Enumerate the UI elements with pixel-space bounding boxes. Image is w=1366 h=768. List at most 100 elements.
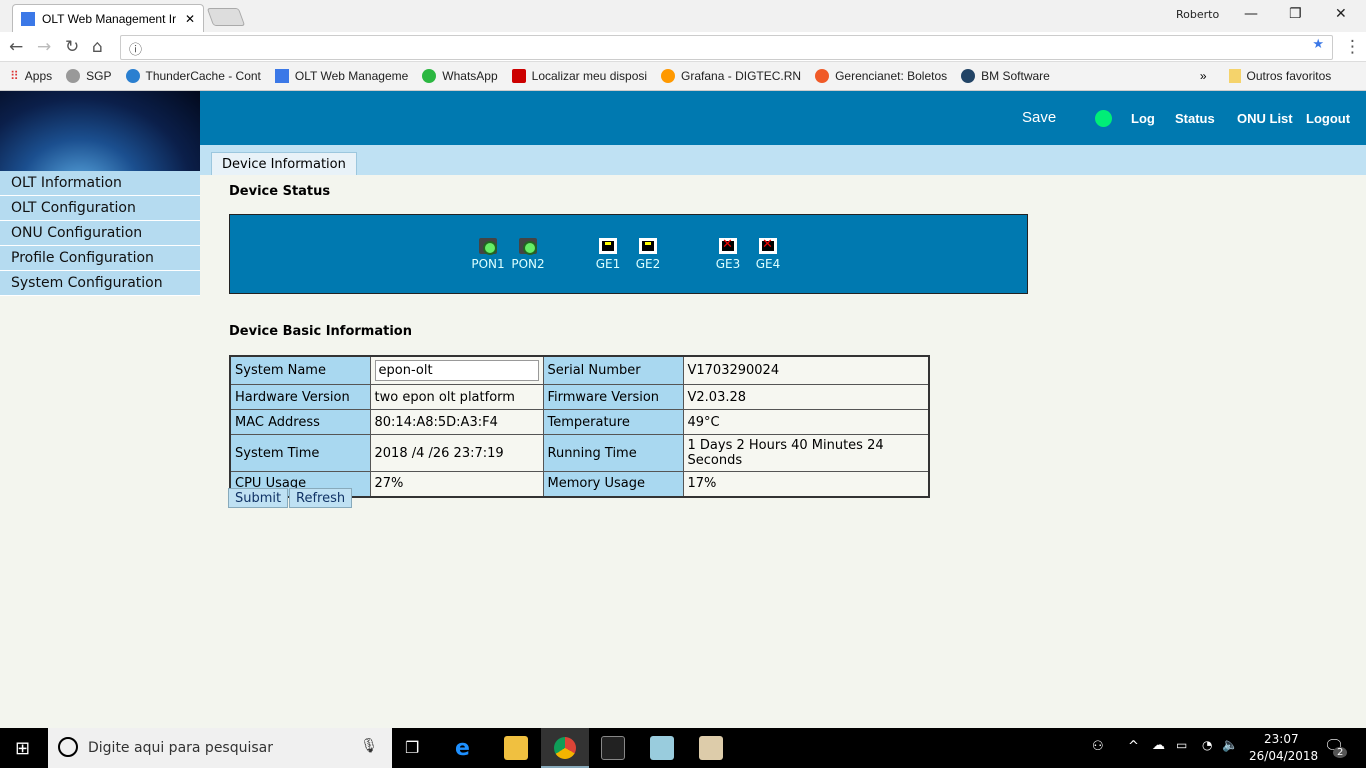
bookmark-apps[interactable]: ⠿ Apps [10, 69, 52, 83]
bookmark-thundercache[interactable]: ThunderCache - Cont [125, 69, 261, 83]
terminal-icon[interactable] [601, 736, 625, 760]
minimize-icon[interactable]: — [1244, 6, 1258, 22]
sidebar-item-profile-configuration[interactable]: Profile Configuration [0, 246, 200, 271]
port-ge4[interactable]: GE4 [748, 237, 788, 271]
log-link[interactable]: Log [1131, 111, 1155, 126]
mcafee-icon [511, 69, 526, 83]
paint-icon[interactable] [699, 736, 723, 760]
label: Temperature [542, 409, 684, 435]
value: two epon olt platform [369, 384, 544, 410]
sgp-icon [66, 69, 81, 83]
device-status-heading: Device Status [229, 184, 331, 199]
value: V1703290024 [682, 355, 930, 385]
bookmark-olt[interactable]: OLT Web Manageme [274, 69, 408, 83]
clock-time[interactable]: 23:07 [1264, 732, 1299, 746]
show-hidden-icon[interactable]: ^ [1128, 739, 1139, 754]
app-icon[interactable] [650, 736, 674, 760]
profile-name[interactable]: Roberto [1176, 8, 1219, 21]
wifi-icon[interactable]: ◔ [1202, 738, 1212, 752]
chrome-icon [554, 737, 576, 759]
bookmark-whatsapp[interactable]: WhatsApp [422, 69, 498, 83]
menu-icon[interactable]: ⋮ [1344, 37, 1361, 57]
table-row: Hardware Version two epon olt platform F… [229, 384, 930, 410]
refresh-button[interactable]: Refresh [289, 488, 353, 508]
port-pon1[interactable]: PON1 [468, 238, 508, 271]
bm-software-icon [961, 69, 976, 83]
value: 1 Days 2 Hours 40 Minutes 24 Seconds [682, 434, 930, 472]
forward-icon[interactable]: → [37, 37, 51, 57]
close-tab-icon[interactable]: ✕ [185, 12, 195, 26]
onedrive-icon[interactable]: ☁ [1152, 738, 1165, 753]
bookmark-sgp[interactable]: SGP [66, 69, 112, 83]
taskbar-search[interactable]: Digite aqui para pesquisar 🎙 [48, 728, 392, 768]
sidebar: OLT Information OLT Configuration ONU Co… [0, 171, 200, 296]
windows-start-icon[interactable]: ⊞ [15, 738, 30, 759]
table-row: MAC Address 80:14:A8:5D:A3:F4 Temperatur… [229, 409, 930, 435]
bookmark-star-icon[interactable]: ★ [1312, 37, 1324, 52]
info-icon: ⓘ [129, 43, 143, 58]
whatsapp-icon [422, 69, 437, 83]
taskbar: ⊞ Digite aqui para pesquisar 🎙 ❐ e ⚇ ^ ☁ … [0, 728, 1366, 768]
restore-icon[interactable]: ❐ [1289, 6, 1302, 22]
olt-icon [274, 69, 289, 83]
value: 27% [369, 471, 544, 497]
reload-icon[interactable]: ↻ [65, 37, 79, 57]
sidebar-item-system-configuration[interactable]: System Configuration [0, 271, 200, 296]
sub-tab-bar: Device Information [200, 145, 1366, 175]
address-toolbar: ← → ↻ ⌂ ⓘ ★ ⋮ [0, 32, 1366, 62]
volume-icon[interactable]: 🔈 [1222, 738, 1238, 753]
sidebar-item-onu-configuration[interactable]: ONU Configuration [0, 221, 200, 246]
people-icon[interactable]: ⚇ [1092, 739, 1104, 754]
new-tab-button[interactable] [206, 8, 246, 26]
ethernet-port-down-icon [759, 237, 777, 254]
pon-port-icon [479, 238, 497, 255]
gerencianet-icon [815, 69, 830, 83]
pon-port-icon [519, 238, 537, 255]
label: System Time [229, 434, 371, 472]
save-link[interactable]: Save [1022, 109, 1056, 126]
grafana-icon [661, 69, 676, 83]
status-link[interactable]: Status [1175, 111, 1215, 126]
more-bookmarks-icon[interactable]: » [1200, 69, 1207, 83]
sidebar-item-olt-information[interactable]: OLT Information [0, 171, 200, 196]
cortana-icon [58, 737, 78, 757]
microphone-icon: 🎙 [360, 738, 378, 754]
submit-button[interactable]: Submit [228, 488, 289, 508]
address-bar[interactable]: ⓘ ★ [120, 35, 1333, 60]
bookmark-gerencianet[interactable]: Gerencianet: Boletos [815, 69, 947, 83]
chrome-taskbar-button[interactable] [541, 728, 589, 768]
browser-tab[interactable]: OLT Web Management Ir ✕ [12, 4, 204, 32]
edge-icon[interactable]: e [455, 736, 479, 761]
back-icon[interactable]: ← [9, 37, 23, 57]
browser-tab-bar: OLT Web Management Ir ✕ Roberto — ❐ ✕ [0, 0, 1366, 32]
close-window-icon[interactable]: ✕ [1335, 6, 1347, 22]
ethernet-port-down-icon [719, 237, 737, 254]
clock-date[interactable]: 26/04/2018 [1249, 749, 1318, 763]
bookmark-bm-software[interactable]: BM Software [961, 69, 1050, 83]
tab-device-information[interactable]: Device Information [211, 152, 357, 175]
notification-count: 2 [1333, 747, 1348, 758]
onu-list-link[interactable]: ONU List [1237, 111, 1293, 126]
label: Serial Number [542, 355, 684, 385]
logout-link[interactable]: Logout [1306, 111, 1350, 126]
bookmark-localizar[interactable]: Localizar meu disposi [511, 69, 647, 83]
label: MAC Address [229, 409, 371, 435]
tab-title: OLT Web Management Ir [42, 11, 177, 26]
label: Running Time [542, 434, 684, 472]
task-view-icon[interactable]: ❐ [405, 738, 419, 757]
bookmark-grafana[interactable]: Grafana - DIGTEC.RN [661, 69, 801, 83]
battery-icon[interactable]: ▭ [1176, 738, 1187, 752]
port-ge2[interactable]: GE2 [628, 238, 668, 271]
favicon-icon [21, 11, 35, 26]
port-ge3[interactable]: GE3 [708, 237, 748, 271]
port-pon2[interactable]: PON2 [508, 238, 548, 271]
port-ge1[interactable]: GE1 [588, 238, 628, 271]
value: 80:14:A8:5D:A3:F4 [369, 409, 544, 435]
home-icon[interactable]: ⌂ [92, 37, 103, 57]
apps-grid-icon: ⠿ [10, 69, 19, 83]
sidebar-item-olt-configuration[interactable]: OLT Configuration [0, 196, 200, 221]
other-bookmarks[interactable]: Outros favoritos [1228, 69, 1331, 83]
label: Hardware Version [229, 384, 371, 410]
file-explorer-icon[interactable] [504, 736, 528, 760]
system-name-input[interactable] [374, 360, 539, 381]
